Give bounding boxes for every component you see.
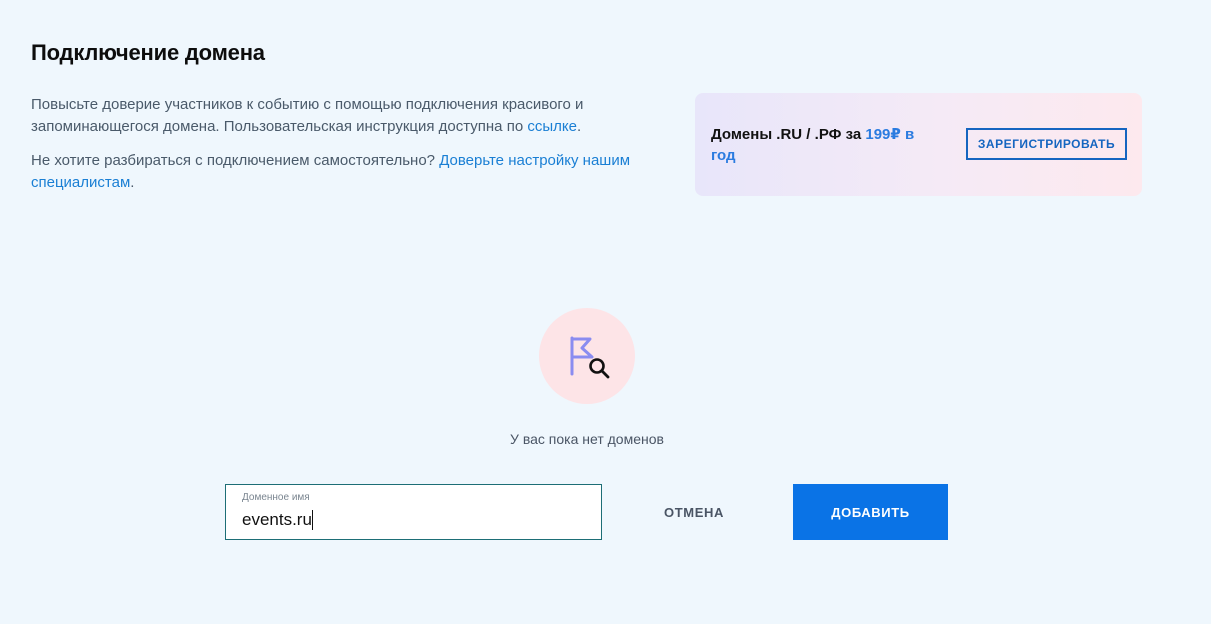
domain-name-label: Доменное имя: [242, 492, 310, 503]
page-title: Подключение домена: [31, 40, 265, 65]
register-domain-button[interactable]: ЗАРЕГИСТРИРОВАТЬ: [966, 128, 1127, 160]
domain-promo-banner: Домены .RU / .РФ за 199₽ в год ЗАРЕГИСТР…: [695, 93, 1142, 196]
domain-name-input[interactable]: [242, 507, 582, 533]
empty-state-message: У вас пока нет доменов: [510, 431, 664, 447]
intro-paragraph-2: Не хотите разбираться с подключением сам…: [31, 152, 631, 191]
cancel-button[interactable]: ОТМЕНА: [632, 484, 756, 540]
flag-search-icon: [539, 308, 635, 404]
instruction-link[interactable]: ссылке: [527, 118, 577, 135]
intro-text: Повысьте доверие участников к событию с …: [31, 94, 671, 206]
text-caret: [312, 510, 313, 530]
intro-paragraph-1: Повысьте доверие участников к событию с …: [31, 96, 584, 135]
promo-text: Домены .RU / .РФ за 199₽ в год: [711, 126, 915, 164]
add-domain-button[interactable]: ДОБАВИТЬ: [793, 484, 948, 540]
domain-name-field[interactable]: Доменное имя: [225, 484, 602, 540]
